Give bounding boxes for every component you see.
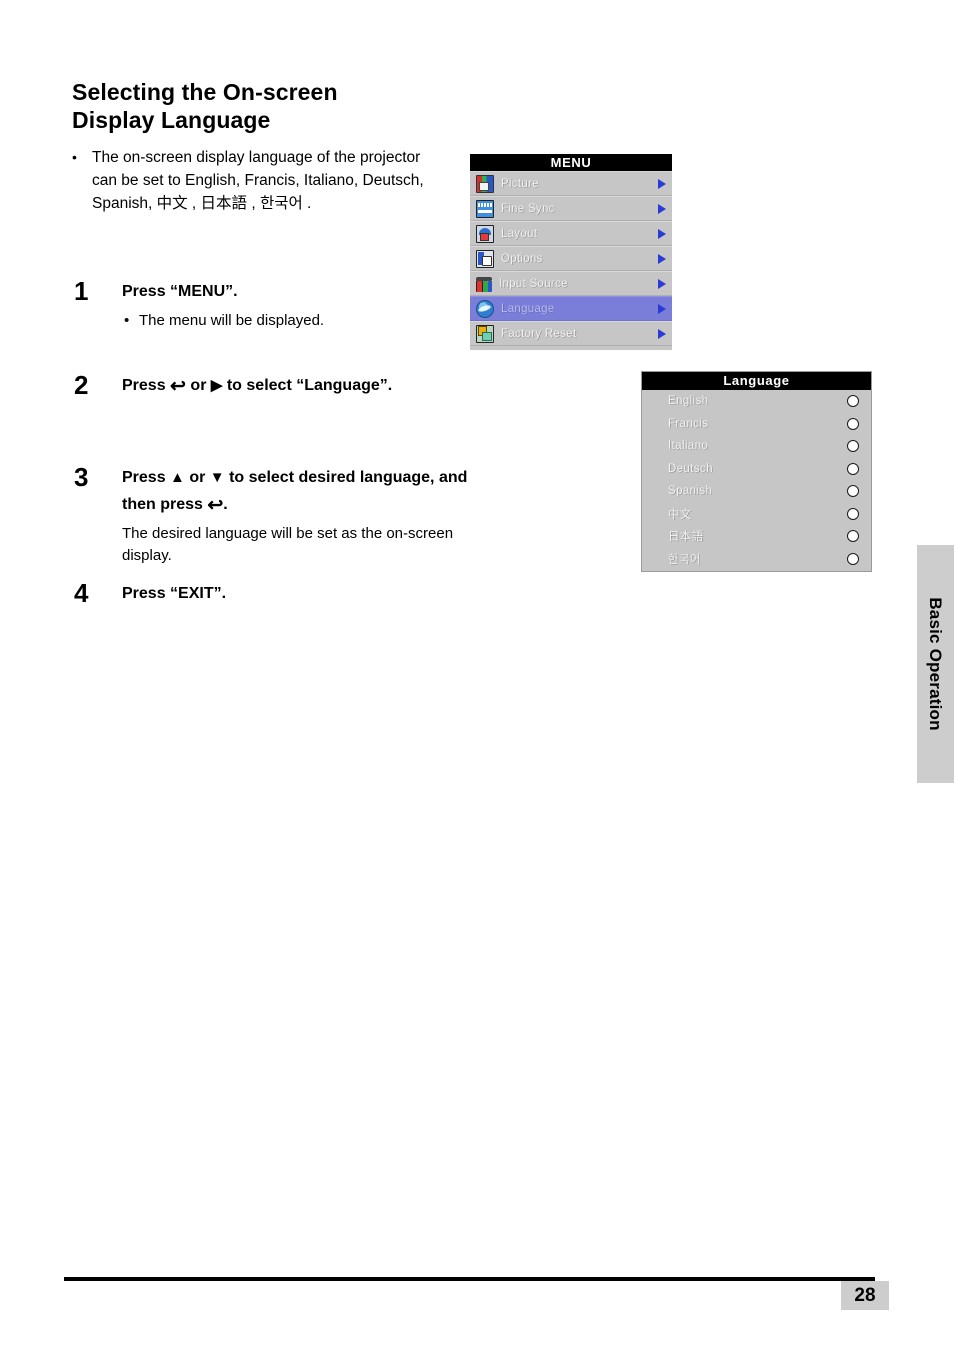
language-row[interactable]: English <box>642 390 871 413</box>
language-row-label: 日本語 <box>668 531 704 544</box>
radio-button-icon[interactable] <box>847 530 859 543</box>
page-title-line-2: Display Language <box>72 107 271 133</box>
radio-button-icon[interactable] <box>847 417 859 430</box>
fine-sync-icon <box>476 199 494 218</box>
layout-icon <box>476 224 494 243</box>
chevron-right-icon <box>658 328 666 339</box>
menu-row-label: Fine Sync <box>501 202 555 215</box>
down-arrow-icon: ▼ <box>209 469 225 486</box>
menu-row-label: Input Source <box>499 277 568 290</box>
input-source-icon <box>476 276 492 292</box>
options-icon <box>476 249 494 268</box>
step-3-text-end: . <box>223 496 228 513</box>
menu-row-factory-reset[interactable]: Factory Reset <box>470 321 672 346</box>
step-4: 4 Press “EXIT”. <box>74 580 474 607</box>
menu-osd-row-list: Picture Fine Sync Layout Options Input Sourc… <box>470 171 672 346</box>
radio-button-icon[interactable] <box>847 507 859 520</box>
section-side-tab-label: Basic Operation <box>926 597 945 731</box>
language-osd-panel: Language English Francis Italiano Deutsch Sp… <box>641 371 872 572</box>
page-title-line-1: Selecting the On-screen <box>72 79 338 105</box>
menu-row-label: Picture <box>501 177 539 190</box>
step-3-number: 3 <box>74 462 89 492</box>
language-row[interactable]: 日本語 <box>642 525 871 548</box>
chevron-right-icon <box>658 203 666 214</box>
language-row[interactable]: Francis <box>642 413 871 436</box>
step-2-number: 2 <box>74 370 89 400</box>
language-row[interactable]: 中文 <box>642 503 871 526</box>
language-row-label: Deutsch <box>668 462 713 475</box>
chevron-right-icon <box>658 178 666 189</box>
radio-button-icon[interactable] <box>847 395 859 408</box>
radio-button-icon[interactable] <box>847 485 859 498</box>
page-number: 28 <box>841 1281 889 1310</box>
menu-row-input-source[interactable]: Input Source <box>470 271 672 296</box>
menu-row-fine-sync[interactable]: Fine Sync <box>470 196 672 221</box>
step-3-text-mid: or <box>184 469 210 486</box>
menu-row-label: Options <box>501 252 543 265</box>
language-row-label: Spanish <box>668 485 713 498</box>
chevron-right-icon <box>658 228 666 239</box>
menu-row-label: Language <box>501 302 555 315</box>
language-icon <box>476 299 494 318</box>
factory-reset-icon <box>476 324 494 343</box>
chevron-right-icon <box>658 303 666 314</box>
step-3-text-pre: Press <box>122 469 171 486</box>
chevron-right-icon <box>658 253 666 264</box>
menu-row-options[interactable]: Options <box>470 246 672 271</box>
step-2-text-mid: or <box>185 377 211 394</box>
language-row[interactable]: 한국어 <box>642 548 871 571</box>
step-2-text-post: to select “Language”. <box>222 377 393 394</box>
step-3-note: The desired language will be set as the … <box>122 525 454 564</box>
language-row-label: 한국어 <box>668 553 701 566</box>
language-row[interactable]: Deutsch <box>642 458 871 481</box>
step-4-heading: Press “EXIT”. <box>122 585 227 602</box>
radio-button-icon[interactable] <box>847 440 859 453</box>
up-arrow-icon: ▲ <box>170 469 185 486</box>
page-title: Selecting the On-screen Display Language <box>72 78 472 134</box>
menu-osd-title: MENU <box>470 154 672 171</box>
step-2: 2 Press ↩ or ▶ to select “Language”. <box>74 372 474 399</box>
chevron-right-icon <box>658 278 666 289</box>
step-2-text-pre: Press <box>122 377 171 394</box>
picture-icon <box>476 174 494 193</box>
language-row[interactable]: Italiano <box>642 435 871 458</box>
menu-row-label: Factory Reset <box>501 327 577 340</box>
intro-text: The on-screen display language of the pr… <box>92 149 424 212</box>
language-osd-row-list: English Francis Italiano Deutsch Spanish 中文日本… <box>642 390 871 570</box>
step-1-note: The menu will be displayed. <box>122 310 474 332</box>
radio-button-icon[interactable] <box>847 462 859 475</box>
footer-divider <box>64 1277 875 1281</box>
language-row-label: English <box>668 395 709 408</box>
step-2-heading: Press ↩ or ▶ to select “Language”. <box>122 376 393 397</box>
menu-osd-panel: MENU Picture Fine Sync Layout Options Input … <box>470 154 672 350</box>
step-3-heading: Press ▲ or ▼ to select desired language,… <box>122 469 468 516</box>
language-row-label: Italiano <box>668 440 709 453</box>
menu-row-language[interactable]: Language <box>470 296 672 321</box>
intro-paragraph: • The on-screen display language of the … <box>72 146 444 215</box>
radio-button-icon[interactable] <box>847 552 859 565</box>
step-4-number: 4 <box>74 578 89 608</box>
language-row-label: 中文 <box>668 508 692 521</box>
menu-row-picture[interactable]: Picture <box>470 171 672 196</box>
step-3: 3 Press ▲ or ▼ to select desired languag… <box>74 464 474 567</box>
bullet-marker: • <box>72 149 77 165</box>
section-side-tab: Basic Operation <box>917 545 954 783</box>
menu-row-layout[interactable]: Layout <box>470 221 672 246</box>
step-1: 1 Press “MENU”. The menu will be display… <box>74 278 474 332</box>
step-1-heading: Press “MENU”. <box>122 283 238 300</box>
step-1-number: 1 <box>74 276 89 306</box>
menu-row-label: Layout <box>501 227 538 240</box>
language-row-label: Francis <box>668 417 709 430</box>
language-row[interactable]: Spanish <box>642 480 871 503</box>
language-osd-title: Language <box>642 372 871 390</box>
right-arrow-icon: ▶ <box>210 377 223 394</box>
